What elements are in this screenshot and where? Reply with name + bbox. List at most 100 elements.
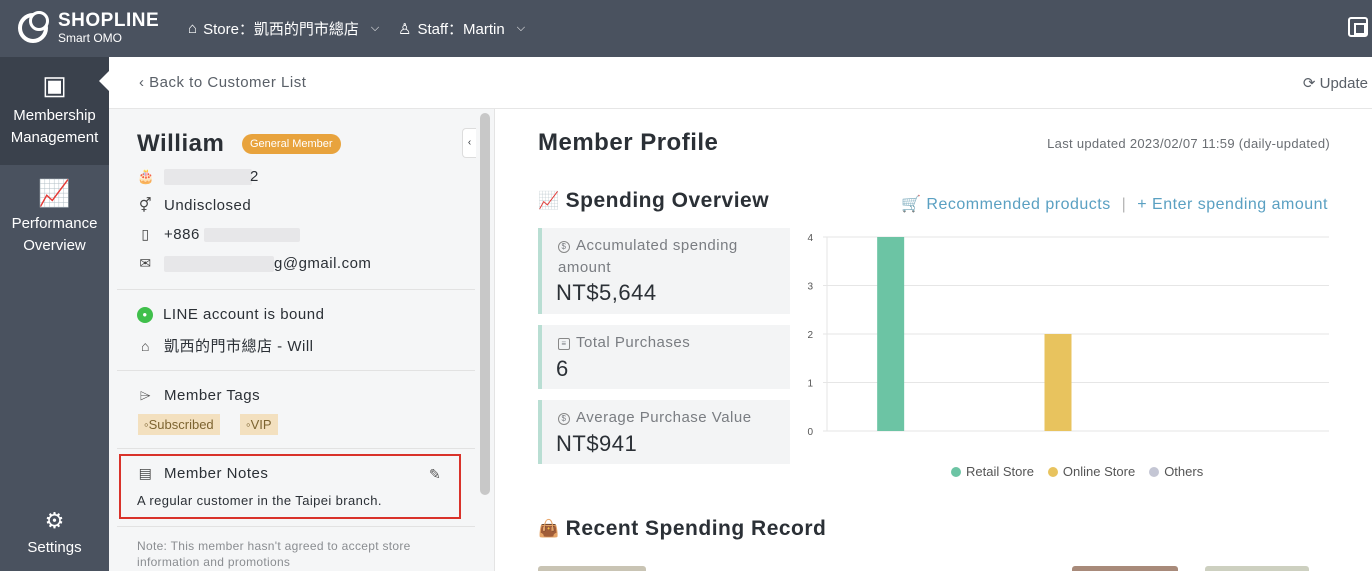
recommended-products-link[interactable]: Recommended products: [926, 196, 1110, 213]
stat-value: NT$941: [556, 431, 638, 456]
chevron-down-icon: ⌵: [370, 22, 380, 34]
shopping-bag-icon: 👜: [538, 519, 560, 538]
divider: [117, 526, 475, 527]
redacted-email: [164, 255, 274, 272]
collapse-panel-button[interactable]: ‹: [462, 128, 476, 158]
legend-item-online[interactable]: Online Store: [1047, 464, 1136, 479]
edit-pencil-icon[interactable]: ✎: [429, 466, 441, 483]
legend-dot: [1149, 467, 1160, 477]
birthday-row: 🎂 2: [137, 168, 259, 185]
chart-icon: 📈: [38, 178, 71, 208]
member-card-icon: ▣: [42, 70, 67, 100]
last-updated: Last updated 2023/02/07 11:59 (daily-upd…: [1047, 136, 1330, 151]
store-selector[interactable]: ⌂ Store：凱西的門市總店 ⌵: [188, 18, 379, 39]
sidebar-item-label: Settings: [27, 539, 82, 556]
product-thumbnail[interactable]: [1205, 566, 1309, 571]
back-label: Back to Customer List: [149, 74, 307, 91]
stat-label-text: Total Purchases: [576, 334, 691, 351]
sub-header: ‹ Back to Customer List ⟳ Update: [109, 57, 1372, 109]
separator: |: [1121, 196, 1127, 213]
gender-icon: ⚥: [138, 197, 153, 213]
member-name: William: [137, 130, 225, 157]
enter-spending-link[interactable]: + Enter spending amount: [1137, 196, 1328, 213]
top-bar: SHOPLINE Smart OMO ⌂ Store：凱西的門市總店 ⌵ ♙ S…: [0, 0, 1372, 57]
spending-actions: 🛒 Recommended products | + Enter spendin…: [901, 194, 1328, 214]
divider: [117, 289, 475, 290]
chart-icon: 📈: [538, 191, 560, 210]
logo-mark-icon: [18, 11, 49, 43]
recent-spending-header: 👜 Recent Spending Record: [538, 517, 826, 541]
sidebar-item-performance[interactable]: 📈 Performance Overview: [0, 179, 109, 257]
member-notes-title: Member Notes: [164, 465, 269, 482]
sidebar-item-membership[interactable]: ▣ Membership Management: [0, 57, 109, 165]
stat-card-purchases: ≡ Total Purchases 6: [538, 325, 790, 389]
tag-icon: ⌲: [139, 387, 152, 403]
legend-dot: [1047, 467, 1058, 477]
back-link[interactable]: ‹ Back to Customer List: [139, 74, 306, 91]
redacted-birthday: [164, 168, 252, 185]
store-icon: ⌂: [188, 20, 198, 37]
email-suffix: g@gmail.com: [274, 255, 372, 272]
legend-dot: [951, 467, 961, 477]
legend-item-retail[interactable]: Retail Store: [951, 464, 1034, 479]
legend-label: Retail Store: [966, 464, 1034, 479]
stat-value: NT$5,644: [556, 280, 657, 305]
update-button[interactable]: ⟳ Update: [1303, 74, 1368, 92]
spending-overview-title: Spending Overview: [565, 189, 770, 212]
phone-icon: ▯: [141, 226, 150, 242]
redacted-phone: [203, 227, 300, 242]
store-label: Store：凱西的門市總店: [203, 21, 359, 38]
gender-row: ⚥ Undisclosed: [137, 197, 251, 214]
legend-label: Others: [1164, 464, 1204, 479]
member-level-badge: General Member: [242, 134, 341, 154]
stat-value: 6: [556, 356, 569, 381]
member-notes-text: A regular customer in the Taipei branch.: [137, 493, 382, 508]
chart-legend: Retail Store Online Store Others: [951, 464, 1203, 479]
page-title: Member Profile: [538, 129, 719, 156]
legend-label: Online Store: [1062, 464, 1136, 479]
stat-card-accumulated: $ Accumulated spending amount NT$5,644: [538, 228, 790, 314]
legend-item-others[interactable]: Others: [1149, 464, 1203, 479]
stat-label-text: Average Purchase Value: [576, 409, 752, 426]
sidebar: ▣ Membership Management 📈 Performance Ov…: [0, 57, 110, 571]
staff-selector[interactable]: ♙ Staff：Martin ⌵: [398, 18, 525, 39]
product-thumbnail[interactable]: [538, 566, 646, 571]
notes-icon: ▤: [138, 465, 153, 481]
divider: [117, 370, 475, 371]
tag-label: VIP: [250, 417, 272, 432]
scrollbar[interactable]: [480, 113, 490, 495]
tag-vip: ◦VIP: [240, 414, 278, 435]
gender-value: Undisclosed: [164, 197, 252, 214]
spending-overview-header: 📈 Spending Overview: [538, 189, 769, 213]
mail-icon: ✉: [139, 255, 152, 271]
recent-spending-title: Recent Spending Record: [565, 517, 827, 540]
line-store-row: ⌂ 凱西的門市總店 - Will: [137, 335, 314, 356]
bar-retail-store[interactable]: [877, 237, 905, 431]
stat-card-average: $ Average Purchase Value NT$941: [538, 400, 790, 464]
line-icon: ●: [137, 306, 153, 323]
shopline-logo[interactable]: SHOPLINE Smart OMO: [16, 10, 166, 48]
brand-subtitle: Smart OMO: [58, 31, 123, 45]
bar-online-store[interactable]: [1044, 334, 1072, 431]
chevron-down-icon: ⌵: [516, 22, 526, 34]
user-icon: ♙: [398, 20, 412, 38]
product-thumbnail[interactable]: [1072, 566, 1178, 571]
stat-label: ≡ Total Purchases: [558, 332, 690, 354]
stat-label: $ Accumulated spending amount: [558, 235, 778, 279]
sidebar-item-label: Performance Overview: [11, 215, 98, 254]
qr-scan-icon[interactable]: [1348, 17, 1368, 37]
tag-subscribed: ◦Subscribed: [138, 414, 220, 435]
member-notes-header: ▤ Member Notes: [137, 465, 268, 482]
y-tick-label: 4: [807, 233, 813, 244]
line-store: 凱西的門市總店 - Will: [164, 338, 314, 355]
sidebar-item-settings[interactable]: ⚙ Settings: [0, 507, 109, 559]
line-status: LINE account is bound: [163, 306, 325, 323]
y-tick-label: 2: [807, 330, 813, 341]
tag-label: Subscribed: [148, 417, 214, 432]
gear-icon: ⚙: [44, 508, 65, 533]
divider: [117, 448, 475, 449]
coin-icon: $: [558, 241, 570, 253]
stat-label: $ Average Purchase Value: [558, 407, 752, 429]
stat-label-text: Accumulated spending amount: [558, 237, 738, 276]
phone-prefix: +886: [164, 226, 200, 243]
